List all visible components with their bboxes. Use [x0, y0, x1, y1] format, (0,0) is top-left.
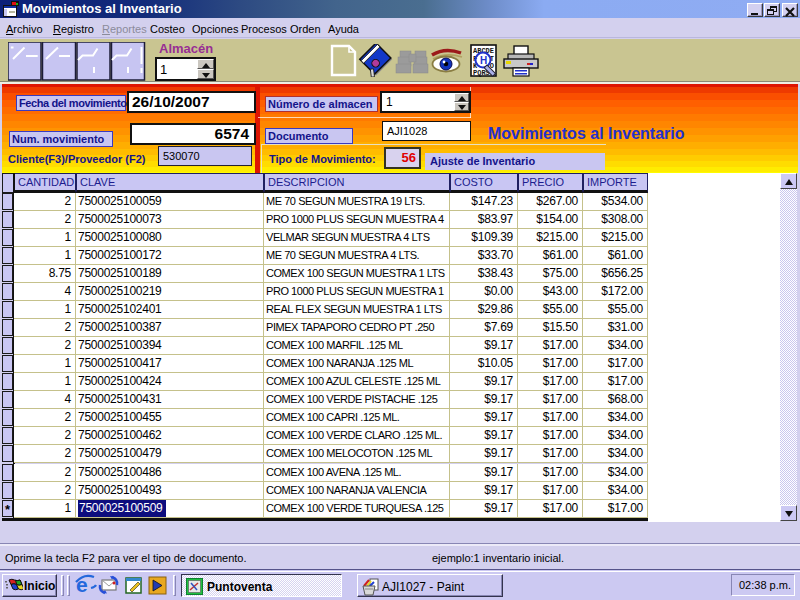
svg-text:H: H [480, 55, 487, 66]
svg-text:ABCDE: ABCDE [473, 47, 494, 55]
